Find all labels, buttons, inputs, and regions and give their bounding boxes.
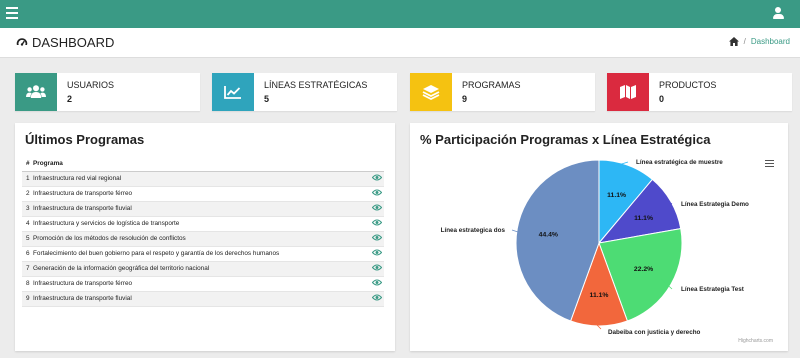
view-eye-icon[interactable] bbox=[370, 201, 384, 217]
map-icon bbox=[620, 85, 636, 99]
stat-label: LÍNEAS ESTRATÉGICAS bbox=[264, 80, 368, 90]
stat-label: PROGRAMAS bbox=[462, 80, 521, 90]
breadcrumb: / Dashboard bbox=[728, 37, 790, 46]
view-eye-icon[interactable] bbox=[370, 171, 384, 187]
row-program-name: Infraestructura de transporte fluvial bbox=[33, 201, 370, 217]
stat-icon-box bbox=[15, 73, 57, 111]
home-icon[interactable] bbox=[728, 37, 739, 46]
layers-icon bbox=[422, 85, 440, 100]
row-program-name: Fortalecimiento del buen gobierno para e… bbox=[33, 246, 370, 262]
table-row: 3 Infraestructura de transporte fluvial bbox=[22, 201, 384, 217]
row-program-name: Infraestructura red vial regional bbox=[33, 171, 370, 187]
stat-box-programas[interactable]: PROGRAMAS 9 bbox=[410, 73, 595, 111]
row-number: 9 bbox=[22, 291, 33, 307]
table-header-row: # Programa bbox=[22, 157, 384, 172]
top-navbar bbox=[0, 0, 800, 28]
user-icon[interactable] bbox=[772, 7, 784, 20]
chart-card: % Participación Programas x Línea Estrat… bbox=[410, 123, 788, 351]
row-program-name: Infraestructura de transporte férreo bbox=[33, 186, 370, 202]
column-header-number: # bbox=[22, 157, 33, 172]
row-program-name: Promoción de los métodos de resolución d… bbox=[33, 231, 370, 247]
row-number: 7 bbox=[22, 261, 33, 277]
row-number: 3 bbox=[22, 201, 33, 217]
row-number: 5 bbox=[22, 231, 33, 247]
page-title: DASHBOARD bbox=[16, 35, 114, 50]
table-row: 1 Infraestructura red vial regional bbox=[22, 171, 384, 187]
chart-credits[interactable]: Highcharts.com bbox=[738, 338, 773, 344]
table-row: 5 Promoción de los métodos de resolución … bbox=[22, 231, 384, 247]
stat-label: USUARIOS bbox=[67, 80, 115, 90]
dashboard-icon bbox=[16, 37, 28, 49]
table-row: 4 Infraestructura y servicios de logístic… bbox=[22, 216, 384, 232]
stat-value: 9 bbox=[462, 94, 468, 104]
breadcrumb-separator: / bbox=[743, 37, 746, 46]
page-header: DASHBOARD / Dashboard bbox=[0, 28, 800, 58]
stat-value: 5 bbox=[264, 94, 270, 104]
view-eye-icon[interactable] bbox=[370, 291, 384, 307]
view-eye-icon[interactable] bbox=[370, 216, 384, 232]
table-row: 6 Fortalecimiento del buen gobierno para … bbox=[22, 246, 384, 262]
stat-icon-box bbox=[607, 73, 649, 111]
stat-icon-box bbox=[212, 73, 254, 111]
line-chart-icon bbox=[224, 86, 241, 99]
row-program-name: Infraestructura de transporte férreo bbox=[33, 276, 370, 292]
stat-icon-box bbox=[410, 73, 452, 111]
stat-box-lineas[interactable]: LÍNEAS ESTRATÉGICAS 5 bbox=[212, 73, 397, 111]
stat-box-usuarios[interactable]: USUARIOS 2 bbox=[15, 73, 200, 111]
table-row: 9 Infraestructura de transporte fluvial bbox=[22, 291, 384, 307]
page-title-text: DASHBOARD bbox=[32, 35, 115, 50]
programs-card-title: Últimos Programas bbox=[25, 132, 145, 147]
programs-table-body: 1 Infraestructura red vial regional 2 Infra… bbox=[22, 171, 384, 307]
row-number: 8 bbox=[22, 276, 33, 292]
row-program-name: Infraestructura de transporte fluvial bbox=[33, 291, 370, 307]
row-number: 2 bbox=[22, 186, 33, 202]
row-number: 1 bbox=[22, 171, 33, 187]
stat-box-productos[interactable]: PRODUCTOS 0 bbox=[607, 73, 792, 111]
menu-icon[interactable] bbox=[6, 7, 18, 19]
table-row: 7 Generación de la información geográfica… bbox=[22, 261, 384, 277]
table-row: 2 Infraestructura de transporte férreo bbox=[22, 186, 384, 202]
row-program-name: Infraestructura y servicios de logística… bbox=[33, 216, 370, 232]
row-program-name: Generación de la información geográfica … bbox=[33, 261, 370, 277]
chart-card-title: % Participación Programas x Línea Estrat… bbox=[420, 132, 711, 147]
users-icon bbox=[26, 85, 46, 98]
stat-value: 0 bbox=[659, 94, 665, 104]
view-eye-icon[interactable] bbox=[370, 276, 384, 292]
column-header-programa: Programa bbox=[33, 157, 370, 172]
row-number: 4 bbox=[22, 216, 33, 232]
view-eye-icon[interactable] bbox=[370, 261, 384, 277]
chart-menu-icon[interactable] bbox=[765, 160, 774, 169]
view-eye-icon[interactable] bbox=[370, 186, 384, 202]
view-eye-icon[interactable] bbox=[370, 231, 384, 247]
stat-label: PRODUCTOS bbox=[659, 80, 717, 90]
breadcrumb-current[interactable]: Dashboard bbox=[751, 37, 790, 46]
view-eye-icon[interactable] bbox=[370, 246, 384, 262]
stat-value: 2 bbox=[67, 94, 73, 104]
table-row: 8 Infraestructura de transporte férreo bbox=[22, 276, 384, 292]
row-number: 6 bbox=[22, 246, 33, 262]
programs-table: # Programa 1 Infraestructura red vial reg… bbox=[22, 157, 384, 307]
